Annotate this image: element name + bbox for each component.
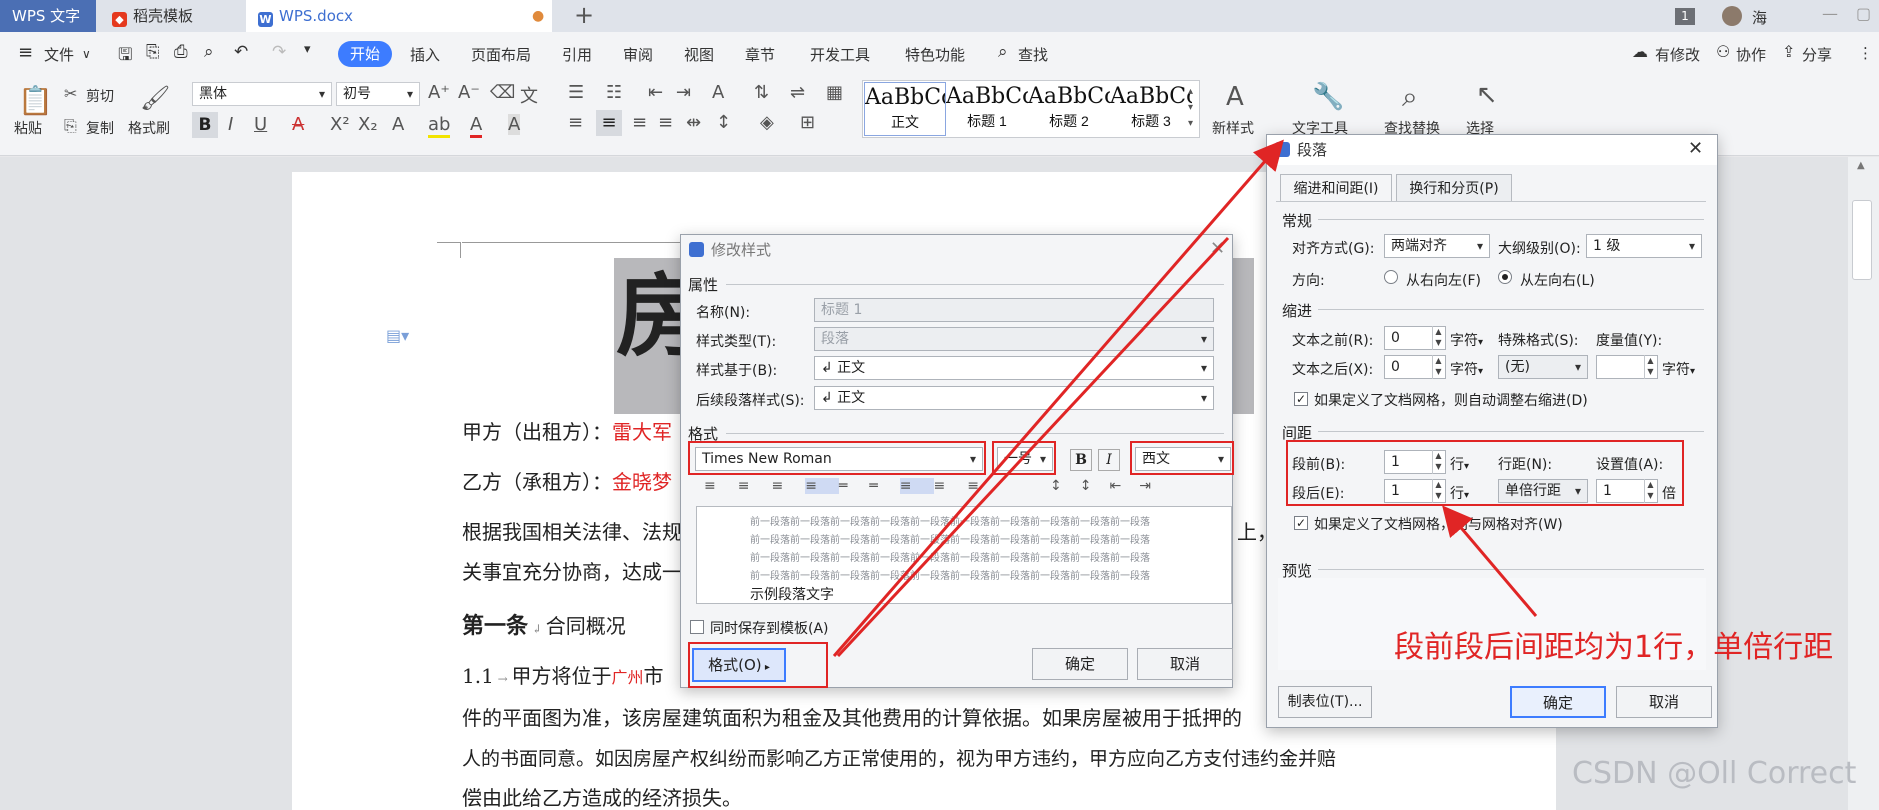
arrow-format-to-style xyxy=(836,236,1230,658)
arrow-annotation-to-spacing xyxy=(1442,505,1538,617)
annotation-arrows xyxy=(832,139,1538,658)
arrow-format-to-paragraph xyxy=(832,139,1284,657)
